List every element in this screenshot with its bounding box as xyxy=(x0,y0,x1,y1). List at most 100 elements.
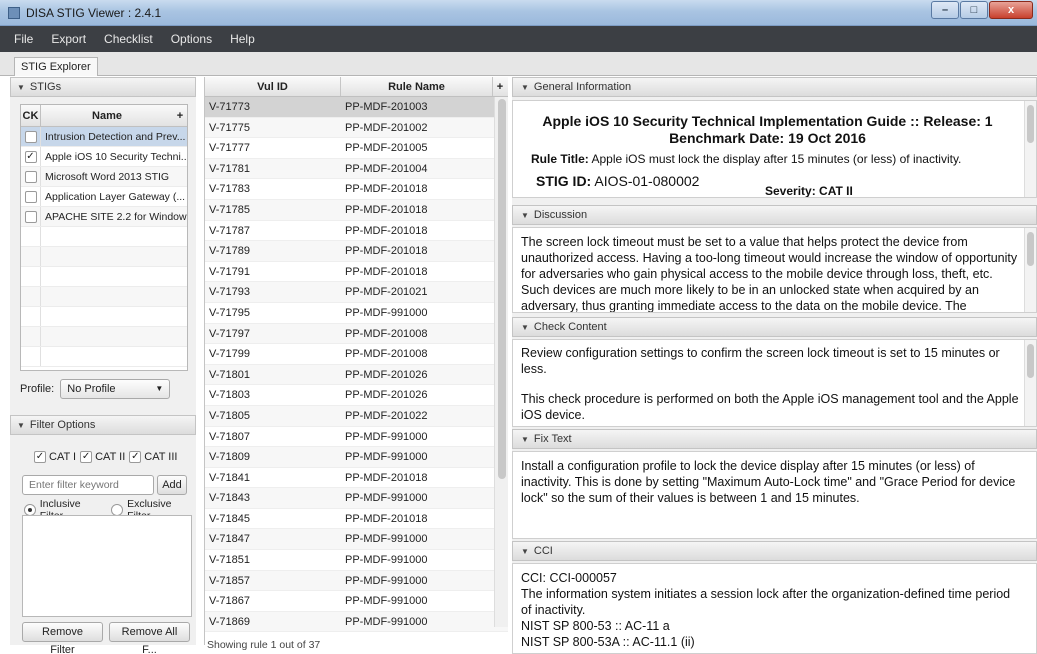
menu-export[interactable]: Export xyxy=(51,32,86,46)
stig-checkbox[interactable] xyxy=(24,130,37,143)
stig-row[interactable] xyxy=(21,347,187,367)
col-rule-name[interactable]: Rule Name xyxy=(341,77,493,96)
tab-stig-explorer[interactable]: STIG Explorer xyxy=(14,57,98,76)
fix-text-header[interactable]: ▼ Fix Text xyxy=(512,429,1037,449)
vul-id-cell: V-71793 xyxy=(209,286,250,299)
stig-row[interactable] xyxy=(21,327,187,347)
filter-keyword-input[interactable] xyxy=(22,475,154,495)
app-icon xyxy=(8,7,20,19)
table-row[interactable]: V-71777 PP-MDF-201005 xyxy=(205,138,508,159)
discussion-scrollbar[interactable] xyxy=(1024,228,1036,312)
check-content-body: Review configuration settings to confirm… xyxy=(512,339,1037,427)
col-name[interactable]: Name xyxy=(41,105,173,126)
stig-checkbox[interactable]: ✓ xyxy=(24,150,37,163)
stig-row[interactable]: Microsoft Word 2013 STIG xyxy=(21,167,187,187)
stig-row[interactable] xyxy=(21,307,187,327)
vul-id-cell: V-71805 xyxy=(209,409,250,422)
cat3-checkbox[interactable]: ✓ xyxy=(129,451,142,463)
stig-row[interactable] xyxy=(21,267,187,287)
table-row[interactable]: V-71869 PP-MDF-991000 xyxy=(205,611,508,633)
stig-row[interactable] xyxy=(21,227,187,247)
menu-help[interactable]: Help xyxy=(230,32,255,46)
maximize-button[interactable]: □ xyxy=(960,1,988,19)
add-column-icon[interactable]: + xyxy=(173,105,187,126)
table-row[interactable]: V-71801 PP-MDF-201026 xyxy=(205,364,508,386)
table-row[interactable]: V-71793 PP-MDF-201021 xyxy=(205,282,508,303)
check-content-scrollbar[interactable] xyxy=(1024,340,1036,426)
table-row[interactable]: V-71807 PP-MDF-991000 xyxy=(205,427,508,448)
table-row[interactable]: V-71841 PP-MDF-201018 xyxy=(205,468,508,489)
filter-section-header[interactable]: ▼ Filter Options xyxy=(10,415,196,435)
stig-checkbox[interactable] xyxy=(24,190,37,203)
menu-checklist[interactable]: Checklist xyxy=(104,32,153,46)
details-panel: ▼ General Information Apple iOS 10 Securi… xyxy=(512,77,1037,654)
table-row[interactable]: V-71803 PP-MDF-201026 xyxy=(205,385,508,406)
col-vul-id[interactable]: Vul ID xyxy=(205,77,341,96)
cci-body: CCI: CCI-000057 The information system i… xyxy=(512,563,1037,654)
table-row[interactable]: V-71785 PP-MDF-201018 xyxy=(205,199,508,221)
table-row[interactable]: V-71843 PP-MDF-991000 xyxy=(205,488,508,509)
cat1-checkbox[interactable]: ✓ xyxy=(34,451,46,463)
add-filter-button[interactable]: Add xyxy=(157,475,187,495)
table-row[interactable]: V-71805 PP-MDF-201022 xyxy=(205,405,508,427)
table-row[interactable]: V-71851 PP-MDF-991000 xyxy=(205,550,508,571)
stig-checkbox[interactable] xyxy=(24,170,37,183)
general-info-header[interactable]: ▼ General Information xyxy=(512,77,1037,97)
stig-row[interactable]: APACHE SITE 2.2 for Windows xyxy=(21,207,187,227)
table-row[interactable]: V-71781 PP-MDF-201004 xyxy=(205,158,508,180)
remove-filter-button[interactable]: Remove Filter xyxy=(22,622,103,654)
general-info-scrollbar[interactable] xyxy=(1024,101,1036,197)
vul-id-cell: V-71809 xyxy=(209,451,250,464)
title-bar: DISA STIG Viewer : 2.4.1 – □ x xyxy=(0,0,1037,26)
rule-title: Apple iOS must lock the display after 15… xyxy=(591,152,962,166)
col-ck[interactable]: CK xyxy=(21,105,41,126)
table-row[interactable]: V-71809 PP-MDF-991000 xyxy=(205,447,508,468)
profile-select[interactable]: No Profile ▼ xyxy=(60,379,171,399)
menu-options[interactable]: Options xyxy=(171,32,212,46)
table-row[interactable]: V-71867 PP-MDF-991000 xyxy=(205,591,508,612)
vul-id-cell: V-71795 xyxy=(209,306,250,319)
check-content-label: Check Content xyxy=(533,321,607,333)
collapse-triangle-icon: ▼ xyxy=(521,547,529,556)
cat2-checkbox[interactable]: ✓ xyxy=(80,451,93,463)
discussion-header[interactable]: ▼ Discussion xyxy=(512,205,1037,225)
stig-row[interactable]: Intrusion Detection and Prev... xyxy=(21,127,187,147)
table-row[interactable]: V-71857 PP-MDF-991000 xyxy=(205,570,508,592)
rule-name-cell: PP-MDF-201002 xyxy=(345,121,428,134)
cci-header[interactable]: ▼ CCI xyxy=(512,541,1037,561)
rule-name-cell: PP-MDF-991000 xyxy=(345,574,428,587)
stigs-section-header[interactable]: ▼ STIGs xyxy=(10,77,196,97)
stig-row[interactable] xyxy=(21,247,187,267)
table-row[interactable]: V-71791 PP-MDF-201018 xyxy=(205,262,508,283)
stig-checkbox[interactable] xyxy=(24,210,37,223)
collapse-triangle-icon: ▼ xyxy=(17,421,25,430)
stig-name: Application Layer Gateway (... xyxy=(45,191,186,203)
minimize-button[interactable]: – xyxy=(931,1,959,19)
table-row[interactable]: V-71845 PP-MDF-201018 xyxy=(205,509,508,530)
vul-id-cell: V-71787 xyxy=(209,224,250,237)
filter-list[interactable] xyxy=(22,515,192,617)
stig-row[interactable]: Application Layer Gateway (... xyxy=(21,187,187,207)
table-row[interactable]: V-71783 PP-MDF-201018 xyxy=(205,179,508,200)
add-column-icon[interactable]: + xyxy=(493,77,507,96)
stig-id: AIOS-01-080002 xyxy=(594,173,700,189)
check-content-header[interactable]: ▼ Check Content xyxy=(512,317,1037,337)
rules-scrollbar[interactable] xyxy=(494,97,508,627)
rule-name-cell: PP-MDF-201008 xyxy=(345,348,428,361)
rules-table: V-71773 PP-MDF-201003 V-71775 PP-MDF-201002… xyxy=(205,97,508,633)
table-row[interactable]: V-71797 PP-MDF-201008 xyxy=(205,323,508,345)
stig-row[interactable]: ✓ Apple iOS 10 Security Techni... xyxy=(21,147,187,167)
table-row[interactable]: V-71787 PP-MDF-201018 xyxy=(205,221,508,242)
table-row[interactable]: V-71799 PP-MDF-201008 xyxy=(205,344,508,365)
vul-id-cell: V-71781 xyxy=(209,162,250,175)
close-button[interactable]: x xyxy=(989,1,1033,19)
remove-all-filters-button[interactable]: Remove All F... xyxy=(109,622,190,654)
rule-name-cell: PP-MDF-991000 xyxy=(345,306,428,319)
table-row[interactable]: V-71773 PP-MDF-201003 xyxy=(205,97,508,118)
table-row[interactable]: V-71789 PP-MDF-201018 xyxy=(205,241,508,262)
table-row[interactable]: V-71795 PP-MDF-991000 xyxy=(205,303,508,324)
menu-file[interactable]: File xyxy=(14,32,33,46)
stig-row[interactable] xyxy=(21,287,187,307)
table-row[interactable]: V-71847 PP-MDF-991000 xyxy=(205,529,508,551)
table-row[interactable]: V-71775 PP-MDF-201002 xyxy=(205,117,508,139)
